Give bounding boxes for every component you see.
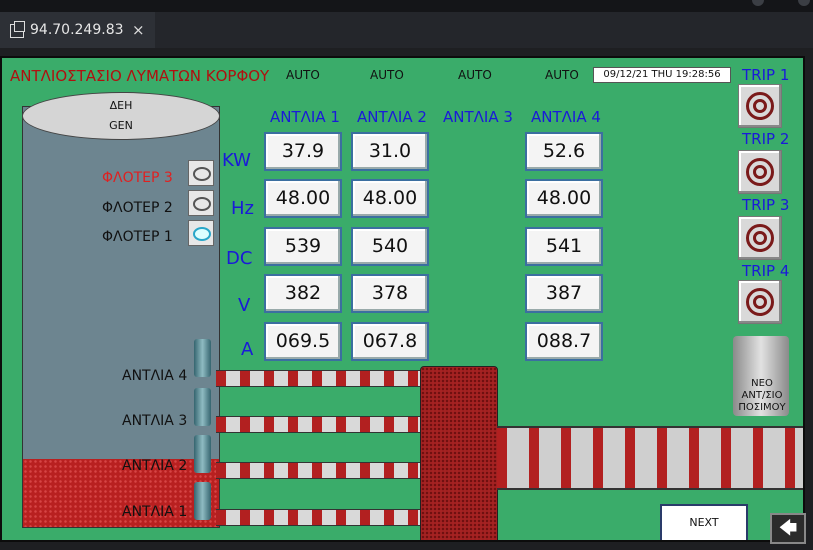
barrel-label-line: ΑΝΤ/ΣΙΟ — [741, 390, 783, 401]
trip-4-label: TRIP 4 — [742, 262, 790, 280]
pump-2-header: ΑΝΤΛΙΑ 2 — [357, 108, 427, 126]
pump-2-pipe — [216, 462, 422, 479]
auto-status: AUTO — [286, 68, 320, 82]
pump-4-header: ΑΝΤΛΙΑ 4 — [531, 108, 601, 126]
auto-status: AUTO — [370, 68, 404, 82]
tank-level-fill — [23, 459, 219, 527]
pump1-a-value: 069.5 — [264, 322, 342, 361]
dc-row-label: DC — [226, 248, 253, 269]
pump2-dc-value: 540 — [351, 227, 429, 266]
trip-3-button[interactable] — [738, 216, 782, 260]
next-button[interactable]: NEXT — [660, 504, 748, 540]
float-switch-2-label: ΦΛΟΤΕΡ 2 — [102, 200, 173, 216]
trip-indicator-icon — [753, 99, 767, 113]
auto-status: AUTO — [545, 68, 579, 82]
trip-4-button[interactable] — [738, 280, 782, 324]
pump-3-side-label: ΑΝΤΛΙΑ 3 — [122, 413, 188, 429]
pump4-hz-value: 48.00 — [525, 179, 603, 218]
main-discharge-pipe — [497, 426, 803, 490]
trip-3-label: TRIP 3 — [742, 196, 790, 214]
barrel-label: ΝΕΟ ΑΝΤ/ΣΙΟ ΠΟΣΙΜΟΥ — [733, 378, 791, 414]
window-control-icon[interactable] — [752, 0, 764, 6]
pump1-hz-value: 48.00 — [264, 179, 342, 218]
trip-indicator-icon — [753, 295, 767, 309]
trip-indicator-icon — [753, 165, 767, 179]
trip-1-button[interactable] — [738, 84, 782, 128]
pump-4-side-label: ΑΝΤΛΙΑ 4 — [122, 368, 188, 384]
pump-3-icon[interactable] — [194, 388, 211, 426]
trip-1-label: TRIP 1 — [742, 66, 790, 84]
pump-2-icon[interactable] — [194, 435, 211, 473]
trip-2-label: TRIP 2 — [742, 130, 790, 148]
pump4-dc-value: 541 — [525, 227, 603, 266]
station-title: ΑΝΤΛΙΟΣΤΑΣΙΟ ΛΥΜΑΤΩΝ ΚΟΡΦΟΥ — [10, 67, 270, 85]
pump1-v-value: 382 — [264, 274, 342, 313]
auto-status: AUTO — [458, 68, 492, 82]
pump1-kw-value: 37.9 — [264, 132, 342, 171]
tank-top: ΔΕΗ GEN — [22, 92, 220, 140]
hz-row-label: Hz — [231, 198, 254, 219]
pump-1-pipe — [216, 509, 422, 526]
collector-pipe — [420, 366, 498, 540]
pump-2-side-label: ΑΝΤΛΙΑ 2 — [122, 458, 188, 474]
browser-top-strip — [0, 0, 813, 12]
scada-panel: ΑΝΤΛΙΟΣΤΑΣΙΟ ΛΥΜΑΤΩΝ ΚΟΡΦΟΥ AUTO AUTO AU… — [0, 56, 805, 542]
kw-row-label: KW — [222, 150, 251, 171]
barrel-label-line: ΝΕΟ — [751, 378, 773, 389]
tab-title: 94.70.249.83 — [30, 22, 124, 38]
remote-desktop-icon — [10, 21, 25, 38]
barrel-label-line: ΠΟΣΙΜΟΥ — [738, 402, 786, 413]
a-row-label: A — [241, 339, 254, 360]
pump1-dc-value: 539 — [264, 227, 342, 266]
pump-4-icon[interactable] — [194, 339, 211, 377]
pump4-v-value: 387 — [525, 274, 603, 313]
pump-1-side-label: ΑΝΤΛΙΑ 1 — [122, 504, 188, 520]
pump2-v-value: 378 — [351, 274, 429, 313]
window-control-icon[interactable] — [798, 0, 810, 6]
pump-1-icon[interactable] — [194, 482, 211, 520]
float-switch-2-icon[interactable] — [188, 190, 214, 216]
float-switch-3-icon[interactable] — [188, 160, 214, 186]
v-row-label: V — [238, 295, 251, 316]
power-gen-label: GEN — [109, 119, 133, 132]
power-dei-label: ΔΕΗ — [109, 99, 133, 112]
pump-4-pipe — [216, 370, 422, 387]
pump-1-header: ΑΝΤΛΙΑ 1 — [270, 108, 340, 126]
float-switch-1-icon[interactable] — [188, 220, 214, 246]
pump2-hz-value: 48.00 — [351, 179, 429, 218]
pump2-a-value: 067.8 — [351, 322, 429, 361]
close-tab-icon[interactable]: × — [132, 12, 145, 48]
pump2-kw-value: 31.0 — [351, 132, 429, 171]
float-switch-1-label: ΦΛΟΤΕΡ 1 — [102, 229, 173, 245]
trip-2-button[interactable] — [738, 150, 782, 194]
back-arrow-icon[interactable]: 🡄 — [770, 513, 806, 544]
float-switch-3-label: ΦΛΟΤΕΡ 3 — [102, 170, 173, 186]
pump4-a-value: 088.7 — [525, 322, 603, 361]
trip-indicator-icon — [753, 231, 767, 245]
datetime-display: 09/12/21 THU 19:28:56 — [593, 67, 731, 83]
browser-tab[interactable]: 94.70.249.83 × — [0, 12, 155, 48]
pump4-kw-value: 52.6 — [525, 132, 603, 171]
pump-3-pipe — [216, 416, 422, 433]
pump-3-header: ΑΝΤΛΙΑ 3 — [443, 108, 513, 126]
